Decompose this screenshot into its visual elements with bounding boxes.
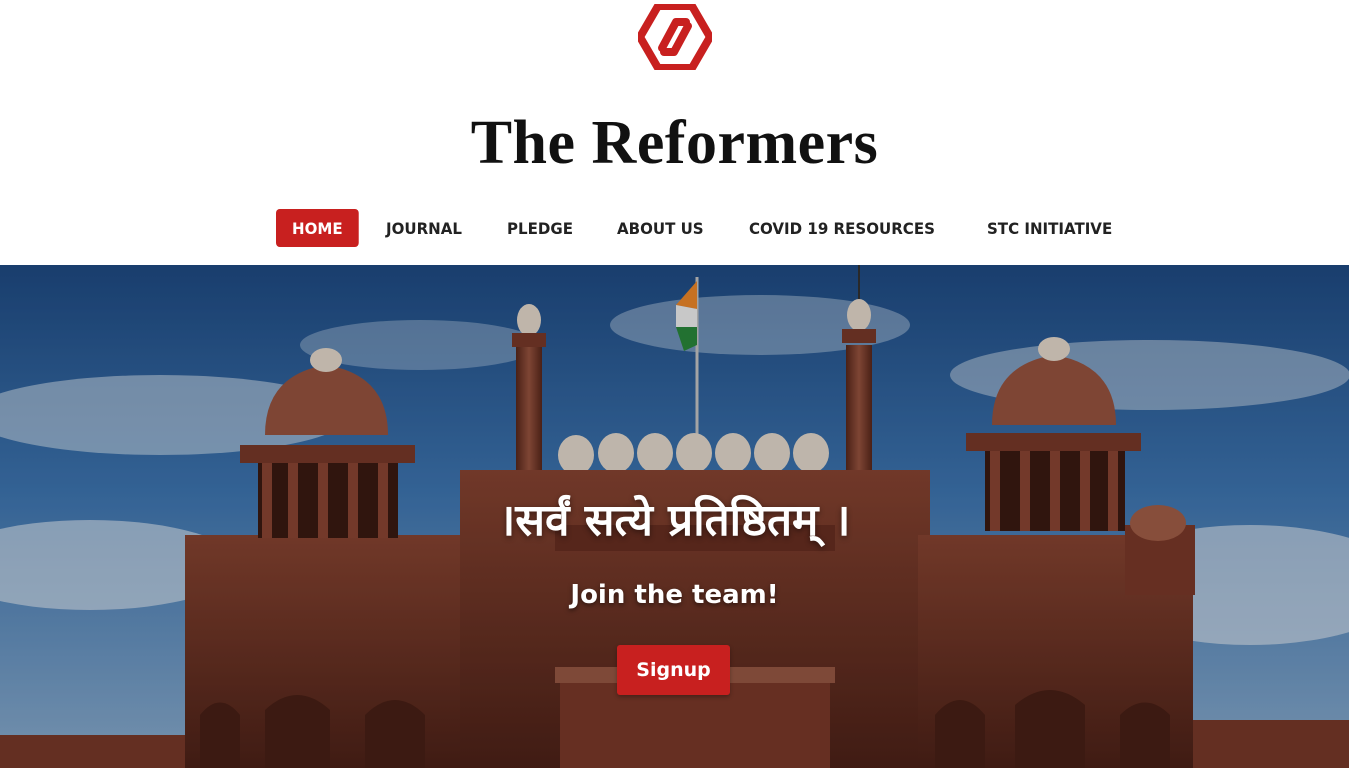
nav-item-journal[interactable]: JOURNAL (370, 209, 478, 247)
page: The Reformers HOME JOURNAL PLEDGE ABOUT … (0, 0, 1349, 768)
signup-button[interactable]: Signup (617, 645, 730, 695)
site-header: The Reformers HOME JOURNAL PLEDGE ABOUT … (0, 0, 1349, 265)
hero-tagline: Join the team! (570, 580, 779, 610)
nav-item-covid-19-resources[interactable]: COVID 19 RESOURCES (733, 209, 951, 247)
nav-item-home[interactable]: HOME (276, 209, 359, 247)
hero-motto: ।सर्वं सत्ये प्रतिष्ठितम् । (498, 495, 851, 546)
main-nav: HOME JOURNAL PLEDGE ABOUT US COVID 19 RE… (276, 209, 1144, 247)
nav-item-pledge[interactable]: PLEDGE (491, 209, 589, 247)
reformers-logo-icon[interactable] (638, 4, 712, 70)
nav-item-stc-initiative[interactable]: STC INITIATIVE (971, 209, 1128, 247)
nav-item-about-us[interactable]: ABOUT US (601, 209, 720, 247)
site-title: The Reformers (470, 109, 879, 177)
